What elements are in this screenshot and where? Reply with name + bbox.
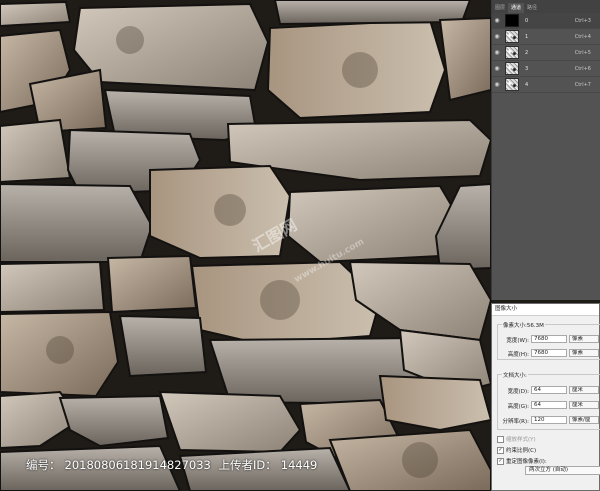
document-size-label: 文档大小: (502, 371, 528, 379)
image-size-dialog: 图像大小 像素大小:56.3M 宽度(W): 7680 像素 高度(H): 76… (491, 303, 600, 491)
pixel-height-label: 高度(H): (507, 352, 529, 358)
pixel-height-row: 高度(H): 7680 像素 (498, 349, 600, 358)
doc-height-unit-select[interactable]: 厘米 (569, 401, 599, 409)
channel-shortcut: Ctrl+7 (574, 81, 591, 88)
document-size-group: 文档大小: 宽度(D): 64 厘米 高度(G): 64 厘米 分辨率(R): … (497, 371, 600, 430)
resample-method-select[interactable]: 两次立方 (自动) (525, 466, 600, 475)
pixel-dimensions-group: 像素大小:56.3M 宽度(W): 7680 像素 高度(H): 7680 像素 (497, 321, 600, 360)
channel-row[interactable]: ◉ 3 Ctrl+6 (492, 61, 600, 77)
eye-icon[interactable]: ◉ (492, 49, 502, 56)
channel-shortcut: Ctrl+3 (574, 17, 591, 24)
id-label: 编号： (26, 458, 61, 472)
pixel-height-input[interactable]: 7680 (531, 349, 567, 357)
channel-row[interactable]: ◉ 1 Ctrl+4 (492, 29, 600, 45)
doc-width-input[interactable]: 64 (531, 386, 567, 394)
pixel-width-unit-select[interactable]: 像素 (569, 335, 599, 343)
channel-row[interactable]: ◉ 2 Ctrl+5 (492, 45, 600, 61)
channel-name: 1 (525, 33, 529, 40)
scale-styles-checkbox-row[interactable]: 缩放样式(Y) (497, 435, 536, 443)
scale-styles-label: 缩放样式(Y) (506, 437, 536, 443)
doc-height-row: 高度(G): 64 厘米 (498, 401, 600, 410)
pixel-width-label: 宽度(W): (506, 338, 529, 344)
resample-checkbox[interactable]: ✓ (497, 457, 504, 465)
channel-name: 2 (525, 49, 529, 56)
pixel-dimensions-label: 像素大小:56.3M (502, 321, 545, 329)
constrain-proportions-label: 约束比例(C) (506, 448, 537, 454)
image-caption: 编号： 20180806181914827033 上传者ID： 14449 (26, 457, 321, 473)
constrain-proportions-row[interactable]: ✓ 约束比例(C) (497, 446, 536, 454)
resolution-label: 分辨率(R): (502, 419, 529, 425)
uploader-label: 上传者ID： (218, 458, 277, 472)
eye-icon[interactable]: ◉ (492, 17, 502, 24)
channel-name: 0 (525, 17, 529, 24)
resample-row[interactable]: ✓ 重定图像像素(I): (497, 457, 547, 465)
channel-thumbnail (505, 78, 519, 91)
eye-icon[interactable]: ◉ (492, 65, 502, 72)
channel-shortcut: Ctrl+6 (574, 65, 591, 72)
channels-panel: 图层 通道 路径 ◉ 0 Ctrl+3 ◉ 1 Ctrl+4 ◉ 2 Ctrl+5 ◉ 3 Ctrl+… (491, 0, 600, 300)
pixel-width-row: 宽度(W): 7680 像素 (498, 335, 600, 344)
tab-layers[interactable]: 图层 (492, 3, 508, 13)
channel-row[interactable]: ◉ 0 Ctrl+3 (492, 13, 600, 29)
tab-paths[interactable]: 路径 (524, 3, 540, 13)
doc-height-label: 高度(G): (507, 404, 529, 410)
channel-row[interactable]: ◉ 4 Ctrl+7 (492, 77, 600, 93)
doc-width-row: 宽度(D): 64 厘米 (498, 386, 600, 395)
channel-name: 3 (525, 65, 529, 72)
channel-thumbnail (505, 46, 519, 59)
resolution-input[interactable]: 120 (531, 416, 567, 424)
channel-shortcut: Ctrl+4 (574, 33, 591, 40)
tab-channels[interactable]: 通道 (508, 3, 525, 13)
channel-thumbnail (505, 62, 519, 75)
channel-thumbnail (505, 30, 519, 43)
scale-styles-checkbox[interactable] (497, 435, 504, 443)
uploader-value: 14449 (280, 458, 318, 472)
id-value: 20180806181914827033 (64, 458, 211, 472)
dialog-title: 图像大小 (492, 304, 599, 316)
doc-width-label: 宽度(D): (507, 389, 529, 395)
resolution-row: 分辨率(R): 120 像素/厘 (498, 416, 600, 425)
resample-label: 重定图像像素(I): (506, 459, 547, 465)
constrain-proportions-checkbox[interactable]: ✓ (497, 446, 504, 454)
eye-icon[interactable]: ◉ (492, 33, 502, 40)
resolution-unit-select[interactable]: 像素/厘 (569, 416, 599, 424)
channel-shortcut: Ctrl+5 (574, 49, 591, 56)
panel-tabs: 图层 通道 路径 (492, 0, 600, 13)
pixel-width-input[interactable]: 7680 (531, 335, 567, 343)
doc-width-unit-select[interactable]: 厘米 (569, 386, 599, 394)
pixel-height-unit-select[interactable]: 像素 (569, 349, 599, 357)
doc-height-input[interactable]: 64 (531, 401, 567, 409)
channel-thumbnail (505, 14, 519, 27)
channel-name: 4 (525, 81, 529, 88)
eye-icon[interactable]: ◉ (492, 81, 502, 88)
